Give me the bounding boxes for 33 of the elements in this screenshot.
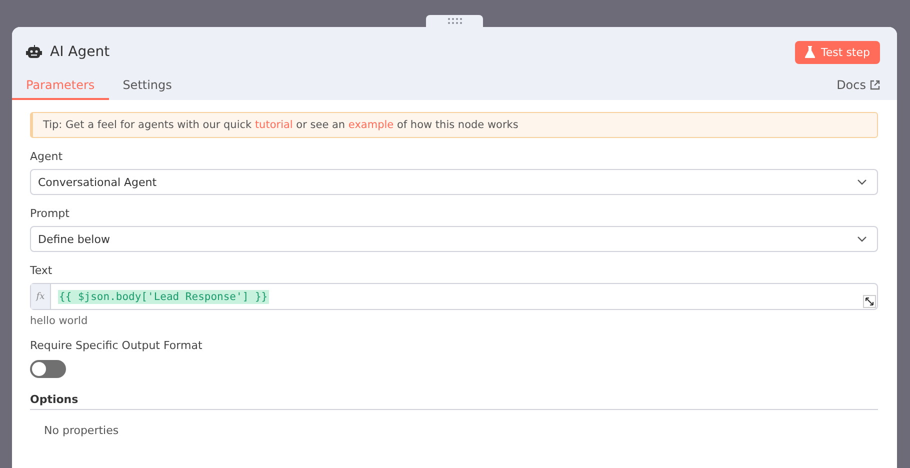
select-dropdown[interactable]: Conversational Agent bbox=[30, 169, 878, 195]
tip-link[interactable]: example bbox=[348, 119, 394, 131]
expand-icon[interactable] bbox=[863, 295, 876, 308]
tip-text: Tip: Get a feel for agents with our quick bbox=[43, 119, 253, 131]
chevron-down-icon bbox=[857, 236, 867, 242]
grip-icon bbox=[448, 18, 462, 24]
field-label: Require Specific Output Format bbox=[30, 339, 204, 352]
tip-text: of how this node works bbox=[396, 119, 518, 131]
toggle-switch[interactable] bbox=[30, 360, 66, 378]
field-label: Agent bbox=[30, 150, 64, 163]
external-link-icon bbox=[870, 80, 880, 90]
tab[interactable]: Parameters bbox=[12, 78, 109, 100]
select-value: Define below bbox=[38, 232, 110, 246]
field-label: Text bbox=[30, 264, 54, 277]
select-dropdown[interactable]: Define below bbox=[30, 226, 878, 252]
panel-title: AI Agent bbox=[50, 44, 111, 60]
fx-label: fx bbox=[31, 284, 51, 309]
flask-icon bbox=[805, 46, 816, 58]
robot-icon bbox=[26, 45, 42, 59]
tip-text: or see an bbox=[295, 119, 346, 131]
tab[interactable]: Settings bbox=[108, 78, 186, 100]
expression-value: {{ $json.body['Lead Response'] }} bbox=[58, 290, 269, 304]
tip-link[interactable]: tutorial bbox=[254, 119, 293, 131]
section-title: Options bbox=[30, 393, 878, 410]
empty-message: No properties bbox=[44, 424, 120, 437]
test-step-button[interactable]: Test step bbox=[795, 40, 880, 64]
drag-handle[interactable] bbox=[426, 15, 483, 27]
chevron-down-icon bbox=[857, 179, 867, 185]
expression-result: hello world bbox=[30, 315, 89, 327]
select-value: Conversational Agent bbox=[38, 176, 157, 188]
field-label: Prompt bbox=[30, 207, 70, 220]
expression-field[interactable]: fx {{ $json.body['Lead Response'] }} bbox=[30, 283, 878, 310]
docs-link[interactable]: Docs bbox=[836, 78, 880, 100]
